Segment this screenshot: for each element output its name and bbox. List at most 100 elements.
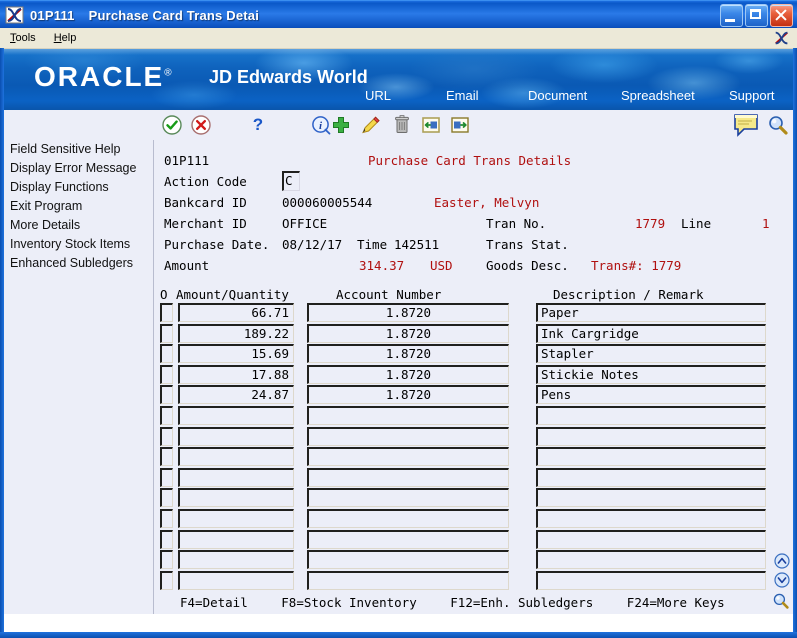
- row-description-cell[interactable]: [536, 508, 766, 528]
- row-description-cell[interactable]: Stapler: [536, 344, 766, 364]
- row-description-cell[interactable]: [536, 405, 766, 425]
- sidebar-item-display-functions[interactable]: Display Functions: [4, 178, 153, 197]
- add-plus-icon[interactable]: [329, 113, 353, 137]
- row-option-cell[interactable]: [160, 344, 173, 364]
- merchant-id-value[interactable]: OFFICE: [282, 216, 327, 231]
- function-key-f12[interactable]: F12=Enh. Subledgers: [450, 595, 593, 610]
- row-option-cell[interactable]: [160, 488, 173, 508]
- table-row[interactable]: 17.88 1.8720 Stickie Notes: [160, 364, 788, 386]
- banner-link-support[interactable]: Support: [729, 88, 775, 103]
- row-account-cell[interactable]: [307, 426, 509, 446]
- purchase-date-value[interactable]: 08/12/17: [282, 237, 342, 252]
- row-amount-cell[interactable]: [178, 529, 294, 549]
- row-account-cell[interactable]: 1.8720: [307, 303, 509, 322]
- row-amount-cell[interactable]: [178, 426, 294, 446]
- row-amount-cell[interactable]: [178, 488, 294, 508]
- row-amount-cell[interactable]: 66.71: [178, 303, 294, 322]
- banner-link-document[interactable]: Document: [528, 88, 587, 103]
- close-button[interactable]: [770, 4, 793, 27]
- row-amount-cell[interactable]: 189.22: [178, 323, 294, 343]
- table-row[interactable]: [160, 426, 788, 448]
- function-key-f4[interactable]: F4=Detail: [180, 595, 248, 610]
- menu-item-help[interactable]: HHelpelp: [46, 30, 85, 46]
- row-option-cell[interactable]: [160, 385, 173, 405]
- function-key-f8[interactable]: F8=Stock Inventory: [281, 595, 416, 610]
- row-option-cell[interactable]: [160, 405, 173, 425]
- table-row[interactable]: [160, 570, 788, 592]
- row-account-cell[interactable]: 1.8720: [307, 344, 509, 364]
- row-description-cell[interactable]: [536, 447, 766, 467]
- row-option-cell[interactable]: [160, 364, 173, 384]
- delete-trash-icon[interactable]: [390, 113, 414, 137]
- row-amount-cell[interactable]: [178, 550, 294, 570]
- row-account-cell[interactable]: [307, 550, 509, 570]
- row-description-cell[interactable]: [536, 550, 766, 570]
- table-row[interactable]: [160, 488, 788, 509]
- minimize-button[interactable]: [720, 4, 743, 27]
- table-row[interactable]: [160, 508, 788, 530]
- row-description-cell[interactable]: [536, 467, 766, 487]
- maximize-button[interactable]: [745, 4, 768, 27]
- row-amount-cell[interactable]: [178, 447, 294, 467]
- table-row[interactable]: [160, 467, 788, 489]
- table-row[interactable]: [160, 405, 788, 427]
- table-row[interactable]: [160, 447, 788, 468]
- sidebar-item-field-sensitive-help[interactable]: Field Sensitive Help: [4, 140, 153, 159]
- banner-link-url[interactable]: URL: [365, 88, 391, 103]
- menu-item-tools[interactable]: TToolsools: [2, 30, 44, 46]
- bankcard-id-value[interactable]: 000060005544: [282, 195, 372, 210]
- row-account-cell[interactable]: [307, 447, 509, 467]
- row-option-cell[interactable]: [160, 467, 173, 487]
- action-code-input[interactable]: C: [282, 171, 300, 191]
- row-amount-cell[interactable]: [178, 467, 294, 487]
- sidebar-item-display-error-message[interactable]: Display Error Message: [4, 159, 153, 178]
- row-account-cell[interactable]: [307, 467, 509, 487]
- row-option-cell[interactable]: [160, 529, 173, 549]
- row-option-cell[interactable]: [160, 447, 173, 467]
- table-row[interactable]: 189.22 1.8720 Ink Cargridge: [160, 323, 788, 345]
- row-option-cell[interactable]: [160, 508, 173, 528]
- cancel-x-icon[interactable]: [189, 113, 213, 137]
- row-description-cell[interactable]: Ink Cargridge: [536, 323, 766, 343]
- sidebar-item-more-details[interactable]: More Details: [4, 216, 153, 235]
- row-amount-cell[interactable]: 15.69: [178, 344, 294, 364]
- row-description-cell[interactable]: [536, 426, 766, 446]
- row-account-cell[interactable]: 1.8720: [307, 364, 509, 384]
- search-magnifier-icon[interactable]: [766, 113, 790, 137]
- function-key-f24[interactable]: F24=More Keys: [627, 595, 725, 610]
- row-option-cell[interactable]: [160, 323, 173, 343]
- scroll-down-icon[interactable]: [774, 572, 790, 588]
- edit-pencil-icon[interactable]: [359, 113, 383, 137]
- row-option-cell[interactable]: [160, 426, 173, 446]
- note-icon[interactable]: [732, 112, 760, 140]
- row-amount-cell[interactable]: 17.88: [178, 364, 294, 384]
- row-option-cell[interactable]: [160, 570, 173, 590]
- row-description-cell[interactable]: [536, 488, 766, 508]
- row-account-cell[interactable]: [307, 488, 509, 508]
- row-account-cell[interactable]: 1.8720: [307, 385, 509, 405]
- time-value[interactable]: 142511: [394, 237, 439, 252]
- help-question-icon[interactable]: ?: [246, 112, 270, 136]
- scroll-up-icon[interactable]: [774, 553, 790, 569]
- import-icon[interactable]: [419, 113, 443, 137]
- row-description-cell[interactable]: [536, 570, 766, 590]
- row-account-cell[interactable]: 1.8720: [307, 323, 509, 343]
- table-row[interactable]: [160, 529, 788, 551]
- row-account-cell[interactable]: [307, 529, 509, 549]
- row-description-cell[interactable]: Stickie Notes: [536, 364, 766, 384]
- sidebar-item-inventory-stock-items[interactable]: Inventory Stock Items: [4, 235, 153, 254]
- row-account-cell[interactable]: [307, 405, 509, 425]
- sidebar-item-enhanced-subledgers[interactable]: Enhanced Subledgers: [4, 254, 153, 273]
- row-option-cell[interactable]: [160, 550, 173, 570]
- table-row[interactable]: 24.87 1.8720 Pens: [160, 385, 788, 406]
- row-description-cell[interactable]: Paper: [536, 303, 766, 322]
- row-amount-cell[interactable]: 24.87: [178, 385, 294, 405]
- row-option-cell[interactable]: [160, 303, 173, 322]
- row-amount-cell[interactable]: [178, 570, 294, 590]
- banner-link-email[interactable]: Email: [446, 88, 479, 103]
- table-row[interactable]: 15.69 1.8720 Stapler: [160, 344, 788, 365]
- ok-check-icon[interactable]: [160, 113, 184, 137]
- row-account-cell[interactable]: [307, 508, 509, 528]
- sidebar-item-exit-program[interactable]: Exit Program: [4, 197, 153, 216]
- banner-link-spreadsheet[interactable]: Spreadsheet: [621, 88, 695, 103]
